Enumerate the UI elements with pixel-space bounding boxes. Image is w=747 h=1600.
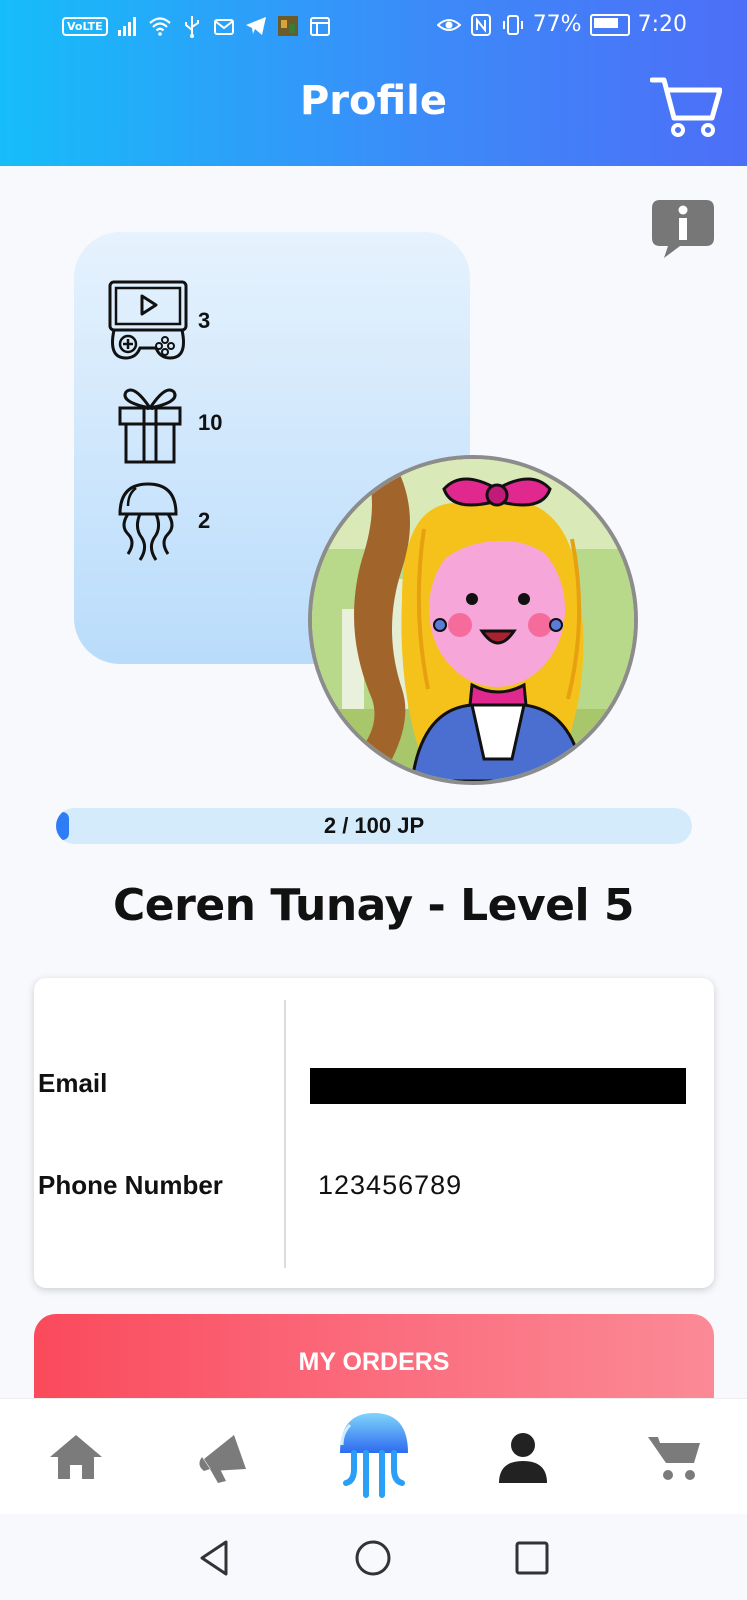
eye-icon <box>436 18 461 31</box>
xp-progress-label: 2 / 100 JP <box>323 813 425 838</box>
status-right: 77% 7:20 <box>436 12 687 37</box>
phone-value: 123456789 <box>318 1170 463 1200</box>
email-value <box>310 1068 686 1104</box>
page-title: Profile <box>299 78 447 124</box>
status-left: VoLTE <box>62 14 332 38</box>
jellyfish-icon <box>118 482 178 561</box>
wifi-icon <box>148 17 171 36</box>
stat-gifts-value: 10 <box>198 410 223 435</box>
avatar[interactable] <box>308 455 638 785</box>
clock: 7:20 <box>637 12 687 37</box>
back-icon[interactable] <box>196 1538 236 1578</box>
app-header: VoLTE 77% 7:20 Profile <box>0 0 747 166</box>
volte-badge: VoLTE <box>62 16 108 36</box>
cart-icon[interactable] <box>650 74 722 140</box>
battery-icon <box>589 13 630 36</box>
stat-jellyfish-value: 2 <box>198 508 211 533</box>
vibrate-icon <box>502 14 523 35</box>
bottom-nav <box>0 1398 747 1515</box>
app-thumbnail-icon <box>277 16 298 36</box>
jellyfish-icon[interactable] <box>334 1409 414 1501</box>
contact-info-card <box>34 978 714 1288</box>
stat-games: 3 <box>106 278 210 364</box>
mail-icon <box>213 19 234 35</box>
system-nav-bar <box>0 1514 747 1600</box>
stat-gifts: 10 <box>106 380 222 466</box>
person-icon[interactable] <box>495 1429 551 1485</box>
gift-icon <box>118 388 182 464</box>
calendar-icon <box>309 17 330 36</box>
info-divider <box>284 1000 286 1268</box>
nfc-icon <box>470 13 491 36</box>
info-icon[interactable] <box>650 196 716 262</box>
xp-progress-bar: 2 / 100 JP <box>56 808 692 844</box>
cart-icon[interactable] <box>646 1429 702 1485</box>
phone-label: Phone Number <box>38 1170 223 1200</box>
home-circle-icon[interactable] <box>353 1538 393 1578</box>
recent-apps-icon[interactable] <box>512 1538 552 1578</box>
stat-jellyfish: 2 <box>106 478 210 564</box>
gamepad-icon <box>108 280 188 360</box>
home-icon[interactable] <box>48 1429 104 1485</box>
email-label: Email <box>38 1068 108 1098</box>
status-bar: VoLTE 77% 7:20 <box>0 0 747 58</box>
stat-games-value: 3 <box>198 308 211 333</box>
avatar-illustration <box>312 459 634 781</box>
usb-icon <box>184 16 199 38</box>
signal-icon <box>117 17 136 36</box>
profile-name-level: Ceren Tunay - Level 5 <box>113 880 634 931</box>
battery-percent: 77% <box>532 12 582 37</box>
telegram-icon <box>245 17 266 35</box>
megaphone-icon[interactable] <box>196 1429 252 1485</box>
